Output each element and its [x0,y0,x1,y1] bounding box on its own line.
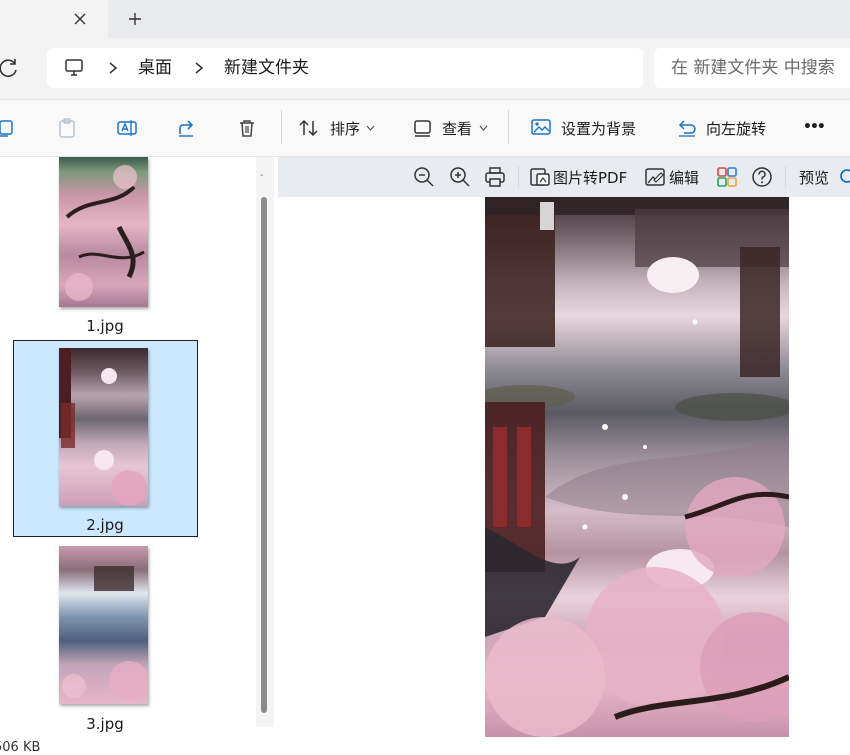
share-icon[interactable] [176,117,198,139]
plus-icon [129,13,141,25]
zoom-out-icon[interactable] [413,166,435,188]
help-icon[interactable] [751,166,773,188]
close-tab-button[interactable] [68,7,92,31]
status-size: 506 KB [0,740,41,755]
edit-button[interactable]: 编辑 [669,168,699,188]
scroll-up-arrow[interactable]: - [260,170,264,181]
preview-image [485,197,789,737]
apps-grid-icon[interactable] [716,166,738,188]
chevron-down-icon [479,125,488,131]
file-name[interactable]: 1.jpg [55,317,155,335]
file-thumbnail[interactable] [59,157,148,307]
rename-icon[interactable] [116,117,138,139]
rotate-left-button[interactable]: 向左旋转 [706,119,766,139]
edit-image-icon[interactable] [644,166,666,188]
toolbar-divider [508,110,509,144]
refresh-icon[interactable] [0,56,20,80]
zoom-in-icon[interactable] [449,166,471,188]
chevron-down-icon [366,125,375,131]
scrollbar-thumb[interactable] [261,197,267,713]
file-name[interactable]: 2.jpg [55,516,155,534]
toolbar-divider [518,166,519,188]
set-background-icon[interactable] [530,117,552,139]
new-tab-button[interactable] [122,6,148,32]
view-icon[interactable] [412,117,434,139]
rotate-left-icon[interactable] [676,117,698,139]
thumbnail-image [65,165,145,301]
search-icon[interactable] [838,168,850,186]
close-icon [74,13,86,25]
chevron-right-icon [109,62,118,74]
preview-scene [485,197,789,737]
preview-label: 预览 [799,169,830,187]
delete-icon[interactable] [236,117,258,139]
paste-icon[interactable] [56,117,78,139]
address-bar[interactable] [47,48,643,88]
image-to-pdf-icon[interactable] [529,166,551,188]
image-to-pdf-button[interactable]: 图片转PDF [553,168,627,188]
toolbar-divider [281,110,282,144]
print-icon[interactable] [484,166,506,188]
sort-icon[interactable] [298,117,320,139]
thumbnail-image [59,348,147,506]
breadcrumb-item-desktop[interactable]: 桌面 [138,57,172,79]
chevron-right-icon [195,62,204,74]
file-name[interactable]: 3.jpg [55,715,155,733]
sort-button[interactable]: 排序 [330,119,360,139]
view-button[interactable]: 查看 [442,119,472,139]
file-thumbnail[interactable] [59,348,148,506]
thumbnail-image [62,566,148,701]
breadcrumb-item-folder[interactable]: 新建文件夹 [224,57,309,79]
more-options-button[interactable]: ••• [803,117,826,137]
copy-icon[interactable] [0,117,16,139]
search-placeholder: 在 新建文件夹 中搜索 [671,58,835,78]
set-background-button[interactable]: 设置为背景 [561,119,636,139]
toolbar-divider [785,166,786,188]
computer-icon [65,59,83,76]
file-thumbnail[interactable] [59,546,148,704]
